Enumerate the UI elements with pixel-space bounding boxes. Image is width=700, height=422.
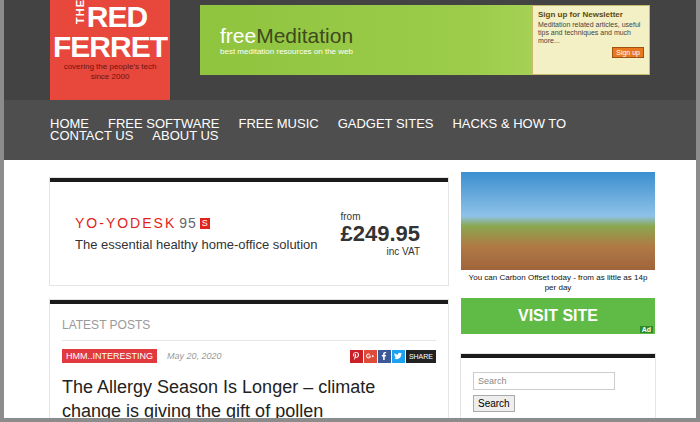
post-title[interactable]: The Allergy Season Is Longer – climate c…	[62, 375, 436, 422]
twitter-icon	[394, 352, 402, 360]
newsletter-box: Sign up for Newsletter Meditation related…	[532, 5, 650, 75]
latest-posts: LATEST POSTS HMM..INTERESTING May 20, 2020…	[50, 300, 448, 422]
logo-the: THE	[74, 10, 86, 24]
pinterest-icon	[352, 352, 360, 360]
logo-word: RED	[87, 2, 147, 32]
ad-badge: Ad	[640, 326, 653, 333]
share-button[interactable]	[364, 350, 377, 363]
logo[interactable]: THEREDFERRETcovering the people's techsi…	[50, 0, 170, 100]
nav-item[interactable]: GADGET SITES	[338, 118, 434, 130]
logo-tagline: covering the people's tech	[64, 62, 157, 72]
desk-ad-brand: YO-YODESK95S	[75, 215, 318, 231]
main-column: YO-YODESK95S The essential healthy home-o…	[50, 160, 448, 422]
desk-ad-price: £249.95	[340, 222, 420, 246]
desk-ad-model: 95	[179, 215, 197, 231]
banner-free: free	[220, 24, 256, 47]
content: YO-YODESK95S The essential healthy home-o…	[4, 160, 696, 422]
newsletter-text: Meditation related articles, useful tips…	[538, 21, 644, 45]
share-button[interactable]	[350, 350, 363, 363]
page: THEREDFERRETcovering the people's techsi…	[0, 0, 700, 422]
share-button[interactable]	[378, 350, 391, 363]
header: THEREDFERRETcovering the people's techsi…	[4, 0, 696, 100]
share-button[interactable]	[392, 350, 405, 363]
desk-ad-tagline: The essential healthy home-office soluti…	[75, 237, 318, 252]
nav-item[interactable]: FREE SOFTWARE	[108, 118, 219, 130]
nav-item[interactable]: HACKS & HOW TO	[452, 118, 566, 130]
desk-ad-vat: inc VAT	[386, 246, 420, 257]
post-meta: HMM..INTERESTING May 20, 2020 SHARE	[62, 349, 436, 363]
search-widget: Search	[461, 354, 655, 422]
logo-tagline: since 2000	[91, 72, 130, 82]
nav-item[interactable]: CONTACT US	[50, 130, 133, 142]
nav-item[interactable]: ABOUT US	[152, 130, 218, 142]
signup-button[interactable]: Sign up	[612, 47, 644, 58]
desk-ad-info: YO-YODESK95S The essential healthy home-o…	[75, 215, 318, 252]
nav-list: HOME FREE SOFTWARE FREE MUSIC GADGET SITES H…	[50, 118, 655, 142]
nav-item[interactable]: HOME	[50, 118, 89, 130]
logo-word: FERRET	[53, 32, 167, 62]
desk-ad-brand-name: YO-YODESK	[75, 215, 176, 231]
desk-ad-from: from	[340, 211, 360, 222]
facebook-icon	[380, 352, 388, 360]
newsletter-title: Sign up for Newsletter	[538, 10, 644, 19]
googleplus-icon	[366, 352, 374, 360]
share-label[interactable]: SHARE	[406, 350, 436, 363]
desk-ad-badge: S	[200, 218, 210, 229]
desk-ad-price-block: from£249.95inc VAT	[340, 211, 420, 257]
nav-item[interactable]: FREE MUSIC	[238, 118, 318, 130]
banner-ad[interactable]: freeMeditationbest meditation resources …	[200, 5, 650, 75]
category-tag[interactable]: HMM..INTERESTING	[62, 349, 157, 363]
carbon-ad-caption: You can Carbon Offset today - from as li…	[461, 270, 655, 296]
post-date: May 20, 2020	[167, 351, 340, 361]
search-input[interactable]	[473, 372, 615, 390]
logo-row: THERED	[73, 2, 147, 32]
nav-bar: HOME FREE SOFTWARE FREE MUSIC GADGET SITES H…	[4, 100, 696, 160]
share-bar: SHARE	[350, 350, 436, 363]
banner-brand: freeMeditationbest meditation resources …	[220, 25, 353, 56]
search-button[interactable]: Search	[473, 395, 515, 412]
latest-posts-heading: LATEST POSTS	[62, 318, 436, 341]
banner-tagline: best meditation resources on the web	[220, 47, 353, 56]
carbon-ad-photo[interactable]	[461, 172, 655, 270]
sidebar: You can Carbon Offset today - from as li…	[461, 160, 655, 422]
banner-name: freeMeditation	[220, 25, 353, 47]
desk-ad[interactable]: YO-YODESK95S The essential healthy home-o…	[50, 178, 448, 285]
visit-site-button[interactable]: VISIT SITEAd	[461, 298, 655, 334]
